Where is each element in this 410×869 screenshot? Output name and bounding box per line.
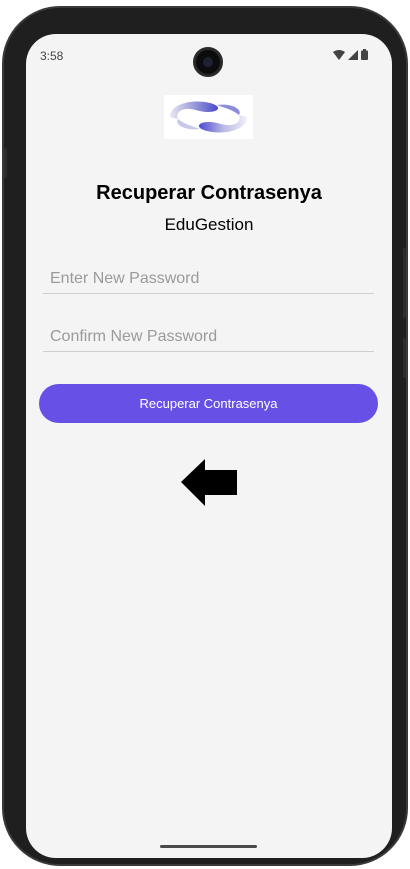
new-password-field — [43, 260, 374, 294]
wifi-icon — [333, 49, 345, 60]
device-frame: 3:58 Recuperar Contrasenya EduGestion Re… — [2, 6, 408, 866]
app-name: EduGestion — [164, 215, 254, 234]
new-password-input[interactable] — [50, 268, 370, 290]
recover-password-button[interactable]: Recuperar Contrasenya — [39, 384, 378, 423]
volume-button — [403, 338, 406, 378]
status-bar: 3:58 — [26, 34, 392, 78]
battery-icon — [361, 49, 368, 60]
front-camera — [193, 47, 223, 77]
app-screen: 3:58 Recuperar Contrasenya EduGestion Re… — [26, 34, 392, 858]
page-title: Recuperar Contrasenya — [96, 182, 322, 204]
side-key — [4, 148, 7, 178]
home-indicator[interactable] — [160, 845, 257, 848]
status-icons — [333, 49, 368, 60]
power-button — [403, 248, 406, 318]
confirm-password-input[interactable] — [50, 326, 370, 348]
edugestion-logo — [164, 95, 253, 139]
arrow-left-icon[interactable] — [179, 458, 239, 508]
status-time: 3:58 — [40, 49, 64, 63]
confirm-password-field — [43, 318, 374, 352]
signal-icon — [348, 49, 358, 60]
